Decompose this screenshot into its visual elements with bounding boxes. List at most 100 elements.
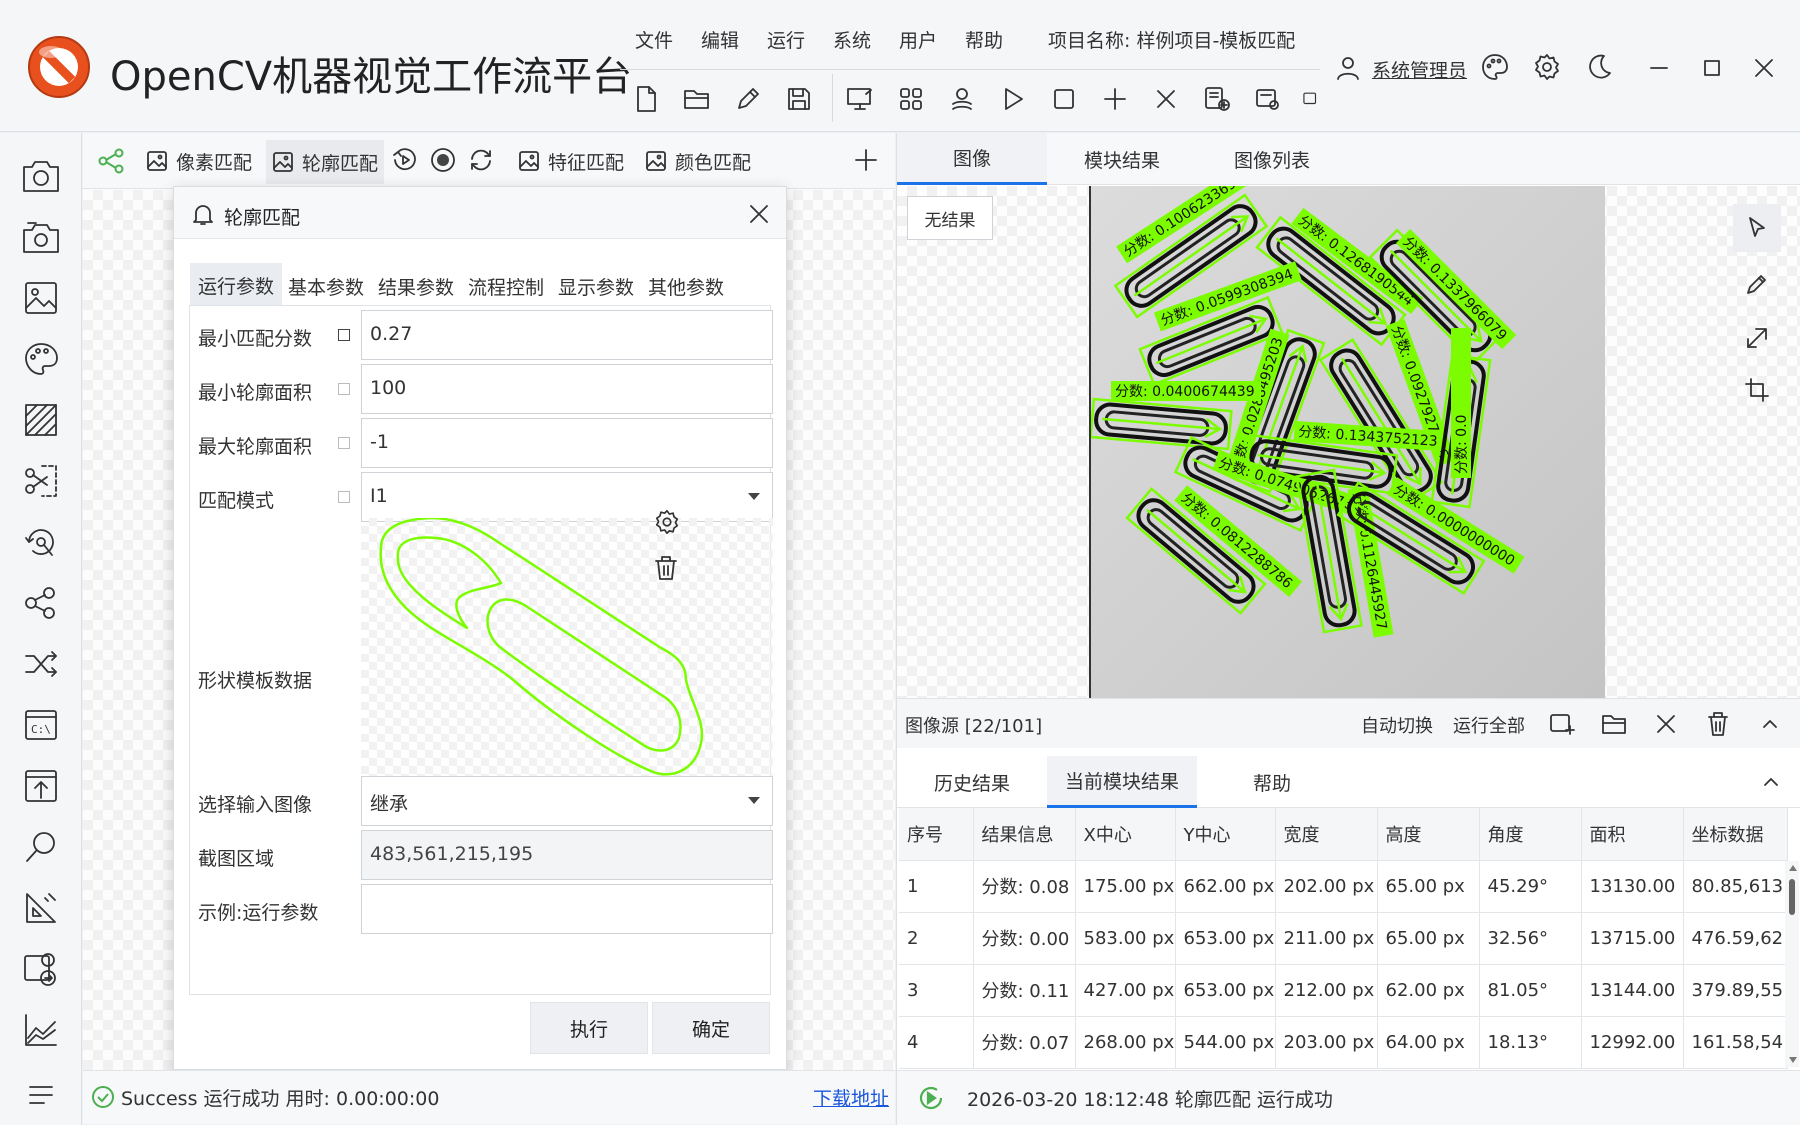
multi-camera-icon[interactable]: [18, 214, 64, 260]
script-export-icon[interactable]: [18, 946, 64, 992]
pointer-select-icon[interactable]: [1733, 204, 1781, 252]
chart-trend-icon[interactable]: [18, 1007, 64, 1053]
max-area-input[interactable]: -1: [361, 418, 773, 468]
upload-export-icon[interactable]: [18, 763, 64, 809]
table-row[interactable]: 2 分数: 0.00 583.00 px 653.00 px 211.00 px 65.0…: [899, 912, 1788, 965]
tab-result-params[interactable]: 结果参数: [370, 263, 462, 309]
scroll-thumb[interactable]: [1789, 879, 1795, 915]
input-image-select[interactable]: 继承: [361, 776, 773, 826]
image-viewer[interactable]: 无结果 分数: 0.1006233696 分数: 0.1268190544 分数: …: [897, 186, 1800, 698]
max-area-checkbox[interactable]: [338, 437, 350, 449]
template-delete-trash-icon[interactable]: [653, 554, 683, 584]
crop-icon[interactable]: [1733, 366, 1781, 414]
menu-run[interactable]: 运行: [767, 26, 805, 53]
template-settings-gear-icon[interactable]: [653, 508, 683, 538]
table-row[interactable]: 4 分数: 0.07 268.00 px 544.00 px 203.00 px 64.0…: [899, 1016, 1788, 1069]
save-button[interactable]: [782, 82, 816, 116]
min-score-checkbox[interactable]: [338, 329, 350, 341]
open-folder-button[interactable]: [680, 82, 714, 116]
tab-current-module-results[interactable]: 当前模块结果: [1047, 756, 1197, 808]
rotate-search-icon[interactable]: [18, 519, 64, 565]
edit-button[interactable]: [731, 82, 765, 116]
run-all-button[interactable]: 运行全部: [1453, 712, 1525, 738]
new-file-button[interactable]: [629, 82, 663, 116]
chevron-up-icon[interactable]: [1755, 710, 1785, 738]
crop-cut-icon[interactable]: [18, 458, 64, 504]
camera-icon[interactable]: [18, 153, 64, 199]
minimize-icon[interactable]: [1646, 55, 1672, 81]
add-image-icon[interactable]: [1547, 710, 1577, 738]
run-once-icon[interactable]: [391, 146, 419, 174]
expand-arrow-icon[interactable]: [1733, 314, 1781, 362]
table-row[interactable]: 1 分数: 0.08 175.00 px 662.00 px 202.00 px 65.0…: [899, 860, 1788, 913]
menu-edit[interactable]: 编辑: [701, 26, 739, 53]
pen-draw-icon[interactable]: [1733, 260, 1781, 308]
table-scrollbar[interactable]: [1785, 861, 1799, 1067]
menu-hamburger-icon[interactable]: [18, 1072, 64, 1118]
col-width[interactable]: 宽度: [1275, 808, 1378, 861]
workflow-share-icon[interactable]: [97, 147, 125, 175]
open-folder-icon[interactable]: [1599, 710, 1629, 738]
min-score-input[interactable]: 0.27: [361, 310, 773, 360]
menu-file[interactable]: 文件: [635, 26, 673, 53]
record-icon[interactable]: [429, 146, 457, 174]
table-row[interactable]: 3 分数: 0.11 427.00 px 653.00 px 212.00 px 62.0…: [899, 964, 1788, 1017]
device-settings-button[interactable]: [1251, 82, 1285, 116]
col-x-center[interactable]: X中心: [1075, 808, 1176, 861]
tab-color-match[interactable]: 颜色匹配: [645, 148, 751, 174]
menu-system[interactable]: 系统: [833, 26, 871, 53]
example-input[interactable]: [361, 884, 773, 934]
play-button[interactable]: [996, 82, 1030, 116]
delete-trash-icon[interactable]: [1703, 710, 1733, 738]
col-height[interactable]: 高度: [1377, 808, 1480, 861]
scroll-up-arrow-icon[interactable]: [1789, 865, 1797, 871]
window-close-icon[interactable]: [1751, 55, 1777, 81]
scroll-down-arrow-icon[interactable]: [1789, 1057, 1797, 1063]
theme-palette-icon[interactable]: [1480, 52, 1512, 84]
collapse-chevron-up-icon[interactable]: [1761, 772, 1781, 792]
tab-run-params[interactable]: 运行参数: [190, 263, 283, 309]
shuffle-icon[interactable]: [18, 641, 64, 687]
execute-button[interactable]: 执行: [530, 1002, 648, 1054]
module-grid-button[interactable]: [894, 82, 928, 116]
tab-contour-match[interactable]: 轮廓匹配: [266, 140, 385, 184]
col-result-info[interactable]: 结果信息: [973, 808, 1076, 861]
confirm-button[interactable]: 确定: [652, 1002, 770, 1054]
match-mode-select[interactable]: I1: [361, 472, 773, 522]
add-button[interactable]: [1098, 82, 1132, 116]
stop-button[interactable]: [1047, 82, 1081, 116]
dark-mode-moon-icon[interactable]: [1584, 52, 1616, 84]
close-x-button[interactable]: [1149, 82, 1183, 116]
clear-x-icon[interactable]: [1651, 710, 1681, 738]
tab-flow-control[interactable]: 流程控制: [460, 263, 552, 309]
col-coordinates[interactable]: 坐标数据: [1683, 808, 1788, 861]
menu-help[interactable]: 帮助: [965, 26, 1003, 53]
tab-display-params[interactable]: 显示参数: [550, 263, 642, 309]
tab-image[interactable]: 图像: [897, 133, 1047, 185]
settings-gear-icon[interactable]: [1532, 52, 1564, 84]
min-area-checkbox[interactable]: [338, 383, 350, 395]
add-workflow-icon[interactable]: [852, 146, 880, 174]
maximize-icon[interactable]: [1699, 55, 1725, 81]
search-icon[interactable]: [18, 824, 64, 870]
col-index[interactable]: 序号: [899, 808, 974, 861]
loop-refresh-icon[interactable]: [467, 146, 495, 174]
blob-analysis-icon[interactable]: [18, 580, 64, 626]
color-palette-icon[interactable]: [18, 336, 64, 382]
image-icon[interactable]: [18, 275, 64, 321]
tab-history-results[interactable]: 历史结果: [897, 756, 1047, 808]
tab-basic-params[interactable]: 基本参数: [280, 263, 372, 309]
download-link[interactable]: 下载地址: [813, 1084, 889, 1111]
user-stack-button[interactable]: [945, 82, 979, 116]
tab-help[interactable]: 帮助: [1197, 756, 1347, 808]
tab-pixel-match[interactable]: 像素匹配: [146, 148, 252, 174]
col-area[interactable]: 面积: [1581, 808, 1684, 861]
texture-filter-icon[interactable]: [18, 397, 64, 443]
command-line-icon[interactable]: C:\: [18, 702, 64, 748]
match-mode-checkbox[interactable]: [338, 491, 350, 503]
tab-module-results[interactable]: 模块结果: [1047, 133, 1197, 185]
crop-region-input[interactable]: 483,561,215,195: [361, 830, 773, 880]
dialog-close-icon[interactable]: [746, 201, 772, 227]
user-name-link[interactable]: 系统管理员: [1372, 56, 1467, 83]
col-y-center[interactable]: Y中心: [1175, 808, 1276, 861]
